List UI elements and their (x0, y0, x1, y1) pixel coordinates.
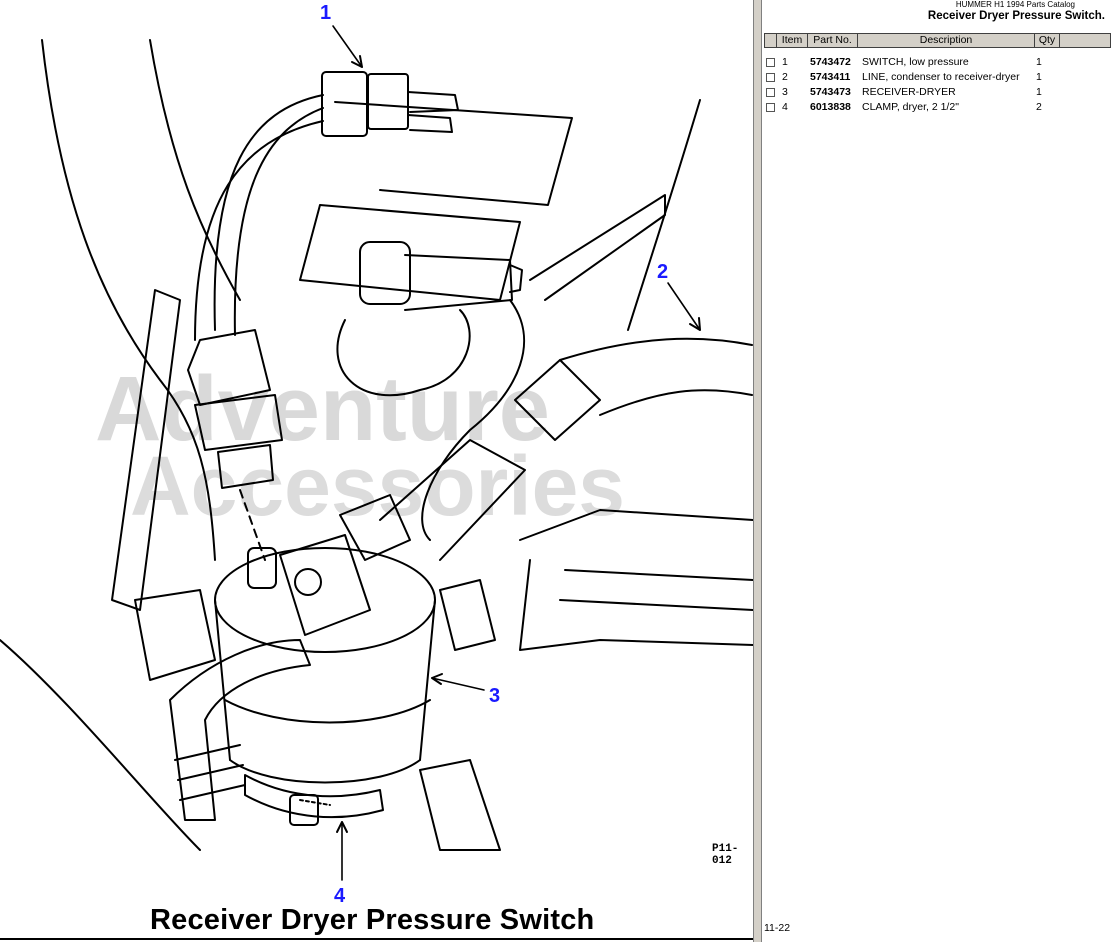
wire-b (233, 107, 324, 336)
figure-code: P11-012 (712, 843, 739, 867)
row-part-no: 6013838 (810, 101, 851, 113)
tray-foot (419, 759, 501, 851)
row-item: 1 (782, 56, 788, 68)
row-item: 3 (782, 86, 788, 98)
row-checkbox[interactable] (766, 58, 775, 67)
header-item[interactable]: Item (777, 34, 808, 47)
header-qty[interactable]: Qty (1035, 34, 1060, 47)
body-panel-curve-lower (0, 639, 201, 851)
row-qty: 1 (1036, 71, 1042, 83)
exploded-view-drawing: Adventure Accessories (0, 25, 753, 881)
body-panel-curve-top (149, 39, 241, 301)
row-item: 4 (782, 101, 788, 113)
row-description: CLAMP, dryer, 2 1/2" (862, 101, 959, 113)
condenser-line-top (559, 337, 753, 361)
row-checkbox[interactable] (766, 103, 775, 112)
row-part-no: 5743472 (810, 56, 851, 68)
row-qty: 2 (1036, 101, 1042, 113)
table-row[interactable]: 3 5743473 RECEIVER-DRYER 1 (762, 85, 1113, 100)
row-description: RECEIVER-DRYER (862, 86, 956, 98)
wire-a (213, 94, 324, 331)
hose-ribs (174, 744, 246, 801)
parts-table-header: Item Part No. Description Qty (764, 33, 1111, 48)
callout-2: 2 (657, 261, 669, 283)
tag-block-upper (334, 101, 573, 206)
row-checkbox[interactable] (766, 73, 775, 82)
caption-rule (0, 938, 753, 940)
row-qty: 1 (1036, 56, 1042, 68)
table-row[interactable]: 2 5743411 LINE, condenser to receiver-dr… (762, 70, 1113, 85)
row-qty: 1 (1036, 86, 1042, 98)
condenser-line-bottom (599, 389, 753, 416)
tray-ribs (559, 569, 753, 611)
callout-1: 1 (320, 2, 332, 24)
bracket-upper (529, 194, 666, 301)
catalog-title: HUMMER H1 1994 Parts Catalog (955, 0, 1075, 9)
parts-table-body: 1 5743472 SWITCH, low pressure 1 2 57434… (762, 55, 1113, 115)
parts-list-pane: HUMMER H1 1994 Parts Catalog Receiver Dr… (762, 0, 1113, 942)
callout-3: 3 (489, 685, 501, 707)
header-description[interactable]: Description (858, 34, 1035, 47)
page-number: 11-22 (764, 922, 791, 934)
figure-caption: Receiver Dryer Pressure Switch (150, 904, 595, 936)
row-item: 2 (782, 71, 788, 83)
row-description: SWITCH, low pressure (862, 56, 969, 68)
port-hole (294, 568, 322, 596)
header-part-no[interactable]: Part No. (808, 34, 858, 47)
switch-connector-top (321, 71, 459, 137)
table-row[interactable]: 4 6013838 CLAMP, dryer, 2 1/2" 2 (762, 100, 1113, 115)
row-part-no: 5743473 (810, 86, 851, 98)
row-part-no: 5743411 (810, 71, 851, 83)
table-row[interactable]: 1 5743472 SWITCH, low pressure 1 (762, 55, 1113, 70)
page-heading: Receiver Dryer Pressure Switch. (927, 10, 1105, 22)
parts-illustration-pane: Adventure Accessories 1 2 3 4 P11-012 Re… (0, 0, 753, 942)
header-checkbox-col (765, 34, 777, 47)
pane-splitter[interactable] (753, 0, 762, 942)
small-connector (439, 579, 496, 651)
hose-fitting-left (134, 589, 216, 681)
row-checkbox[interactable] (766, 88, 775, 97)
row-description: LINE, condenser to receiver-dryer (862, 71, 1020, 83)
watermark-accessories: Accessories (130, 439, 625, 533)
